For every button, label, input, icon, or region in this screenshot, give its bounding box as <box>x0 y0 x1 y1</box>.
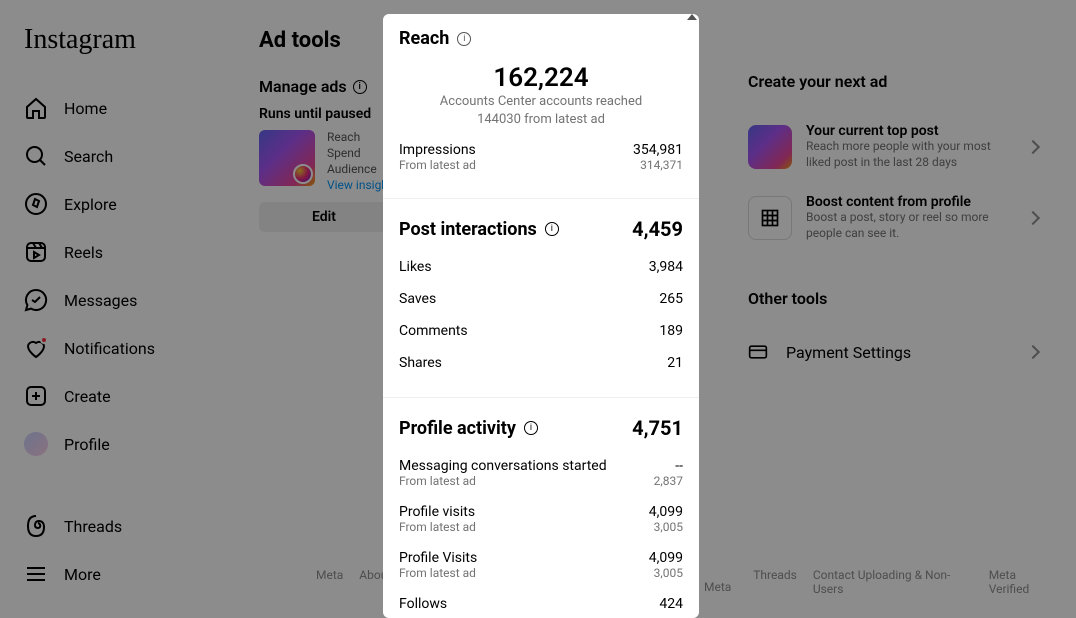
likes-label: Likes <box>399 259 432 275</box>
ad-thumbnail <box>259 130 315 186</box>
avatar-icon <box>24 432 48 456</box>
nav-label: Notifications <box>64 339 155 358</box>
card-icon <box>748 342 768 362</box>
messaging-value: -- <box>654 458 683 474</box>
info-icon[interactable]: i <box>457 32 471 46</box>
profile-visits-value: 4,099 <box>649 504 683 520</box>
profile-visits-sub: 3,005 <box>649 520 683 534</box>
card-title: Your current top post <box>806 123 1014 139</box>
nav-reels[interactable]: Reels <box>12 228 233 276</box>
nav-label: Create <box>64 387 111 406</box>
nav-create[interactable]: Create <box>12 372 233 420</box>
shares-value: 21 <box>667 355 683 371</box>
nav-label: Search <box>64 147 113 166</box>
nav-label: Home <box>64 99 107 118</box>
divider <box>383 198 699 199</box>
nav-messages[interactable]: Messages <box>12 276 233 324</box>
chevron-right-icon <box>1026 140 1040 154</box>
nav-profile[interactable]: Profile <box>12 420 233 468</box>
impressions-label: Impressions <box>399 142 476 158</box>
footer-threads[interactable]: Threads <box>753 568 797 596</box>
search-icon <box>24 144 48 168</box>
reach-title: Reach <box>399 28 449 49</box>
home-icon <box>24 96 48 120</box>
nav-home[interactable]: Home <box>12 84 233 132</box>
grid-icon <box>748 196 792 240</box>
nav-label: Explore <box>64 195 117 214</box>
profile-visits2-label: Profile Visits <box>399 550 477 566</box>
from-latest-ad: From latest ad <box>399 520 476 534</box>
chevron-right-icon <box>1026 345 1040 359</box>
nav-search[interactable]: Search <box>12 132 233 180</box>
card-sub: Boost a post, story or reel so more peop… <box>806 210 1014 241</box>
profile-visits-label: Profile visits <box>399 504 476 520</box>
menu-icon <box>24 562 48 586</box>
reels-icon <box>24 240 48 264</box>
impressions-sub: 314,371 <box>633 158 683 172</box>
follows-label: Follows <box>399 596 447 612</box>
profile-visits2-sub: 3,005 <box>649 566 683 580</box>
reach-value: 162,224 <box>399 63 683 93</box>
card-sub: Reach more people with your most liked p… <box>806 139 1014 170</box>
notification-dot <box>40 336 48 344</box>
nav-label: Profile <box>64 435 110 454</box>
payment-settings-row[interactable]: Payment Settings <box>748 328 1038 376</box>
footer-meta[interactable]: Meta <box>316 568 343 596</box>
reach-sub1: Accounts Center accounts reached <box>399 93 683 111</box>
top-post-thumb <box>748 125 792 169</box>
from-latest-ad: From latest ad <box>399 158 476 172</box>
modal-scroll[interactable]: Reach i 162,224 Accounts Center accounts… <box>383 14 699 618</box>
nav-label: More <box>64 565 101 584</box>
nav-explore[interactable]: Explore <box>12 180 233 228</box>
edit-button[interactable]: Edit <box>259 202 389 232</box>
impressions-value: 354,981 <box>633 142 683 158</box>
messages-icon <box>24 288 48 312</box>
create-ad-heading: Create your next ad <box>748 72 1038 91</box>
info-icon[interactable]: i <box>545 222 559 236</box>
comments-value: 189 <box>659 323 683 339</box>
nav-label: Messages <box>64 291 137 310</box>
tool-label: Payment Settings <box>786 343 1010 362</box>
from-latest-ad: From latest ad <box>399 566 477 580</box>
info-icon[interactable]: i <box>353 80 367 94</box>
threads-icon <box>24 514 48 538</box>
follows-value: 424 <box>659 596 683 612</box>
saves-value: 265 <box>659 291 683 307</box>
top-post-card[interactable]: Your current top post Reach more people … <box>748 111 1038 182</box>
nav-more[interactable]: More <box>12 550 233 598</box>
boost-content-card[interactable]: Boost content from profile Boost a post,… <box>748 182 1038 253</box>
nav-label: Threads <box>64 517 122 536</box>
profile-visits2-value: 4,099 <box>649 550 683 566</box>
footer-verified[interactable]: Meta Verified <box>989 568 1056 596</box>
divider <box>383 397 699 398</box>
nav-label: Reels <box>64 243 103 262</box>
card-title: Boost content from profile <box>806 194 1014 210</box>
post-interactions-title: Post interactions <box>399 219 537 240</box>
post-interactions-total: 4,459 <box>632 217 683 241</box>
comments-label: Comments <box>399 323 468 339</box>
heart-icon <box>24 336 48 360</box>
nav-notifications[interactable]: Notifications <box>12 324 233 372</box>
profile-activity-title: Profile activity <box>399 418 516 439</box>
info-icon[interactable]: i <box>524 421 538 435</box>
instagram-logo[interactable]: Instagram <box>12 24 233 56</box>
footer-contact[interactable]: Contact Uploading & Non-Users <box>813 568 973 596</box>
profile-activity-total: 4,751 <box>632 416 683 440</box>
scroll-up-icon[interactable] <box>687 14 697 20</box>
compass-icon <box>24 192 48 216</box>
nav-threads[interactable]: Threads <box>12 502 233 550</box>
likes-value: 3,984 <box>649 259 683 275</box>
reach-sub2: 144030 from latest ad <box>399 111 683 129</box>
chevron-right-icon <box>1026 211 1040 225</box>
footer-brand: Meta <box>704 580 731 594</box>
shares-label: Shares <box>399 355 442 371</box>
messaging-label: Messaging conversations started <box>399 458 607 474</box>
plus-icon <box>24 384 48 408</box>
other-tools-heading: Other tools <box>748 289 1038 308</box>
from-latest-ad: From latest ad <box>399 474 607 488</box>
messaging-sub: 2,837 <box>654 474 683 488</box>
saves-label: Saves <box>399 291 436 307</box>
insights-modal: Reach i 162,224 Accounts Center accounts… <box>383 14 699 618</box>
